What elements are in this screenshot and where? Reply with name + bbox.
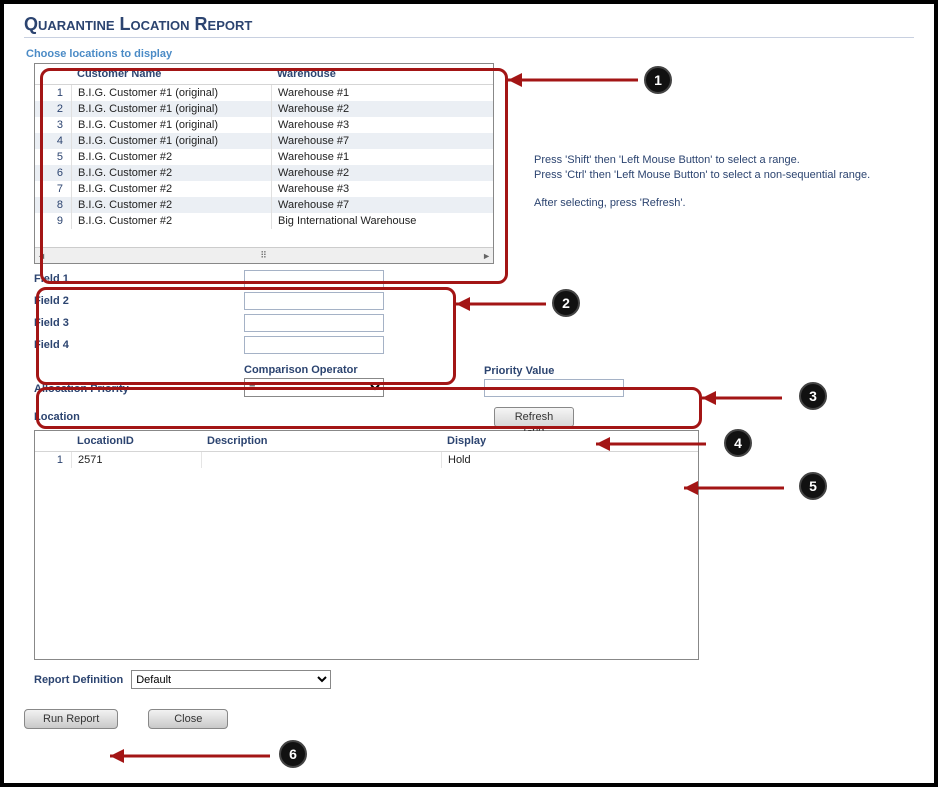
run-report-button[interactable]: Run Report [24,709,118,729]
description-cell [201,452,441,468]
warehouse-cell: Warehouse #1 [271,149,493,165]
comparison-operator-label: Comparison Operator [244,364,484,376]
field3-label: Field 3 [34,317,244,329]
field2-label: Field 2 [34,295,244,307]
row-index: 4 [35,133,71,149]
warehouse-cell: Big International Warehouse [271,213,493,229]
priority-value-label: Priority Value [484,365,684,377]
choose-locations-label: Choose locations to display [26,48,914,60]
warehouse-cell: Warehouse #3 [271,117,493,133]
field1-input[interactable] [244,270,384,288]
locationid-cell: 2571 [71,452,201,468]
customer-name-header[interactable]: Customer Name [71,64,271,84]
table-row[interactable]: 8B.I.G. Customer #2Warehouse #7 [35,197,493,213]
callout-number-4: 4 [724,429,752,457]
callout-number-6: 6 [279,740,307,768]
row-index: 2 [35,101,71,117]
comparison-operator-select[interactable]: = [244,378,384,397]
field4-input[interactable] [244,336,384,354]
warehouse-cell: Warehouse #7 [271,133,493,149]
allocation-priority-label: Allocation Priority [34,383,244,395]
table-row[interactable]: 7B.I.G. Customer #2Warehouse #3 [35,181,493,197]
arrow-5 [684,476,804,500]
customer-cell: B.I.G. Customer #1 (original) [71,85,271,101]
table-row[interactable]: 1B.I.G. Customer #1 (original)Warehouse … [35,85,493,101]
row-index: 3 [35,117,71,133]
priority-value-input[interactable] [484,379,624,397]
row-index: 9 [35,213,71,229]
table-row[interactable]: 6B.I.G. Customer #2Warehouse #2 [35,165,493,181]
table-row[interactable]: 2B.I.G. Customer #1 (original)Warehouse … [35,101,493,117]
table-row[interactable]: 3B.I.G. Customer #1 (original)Warehouse … [35,117,493,133]
loc-row-number-header [35,431,71,451]
row-index: 1 [35,452,71,468]
row-index: 8 [35,197,71,213]
locationid-header[interactable]: LocationID [71,431,201,451]
customer-cell: B.I.G. Customer #1 (original) [71,101,271,117]
row-index: 6 [35,165,71,181]
field4-label: Field 4 [34,339,244,351]
customer-cell: B.I.G. Customer #1 (original) [71,117,271,133]
row-index: 5 [35,149,71,165]
scroll-left-icon[interactable]: ◄ [37,251,46,261]
callout-number-3: 3 [799,382,827,410]
customer-cell: B.I.G. Customer #2 [71,149,271,165]
page-title: Quarantine Location Report [24,14,914,38]
field3-input[interactable] [244,314,384,332]
warehouse-header[interactable]: Warehouse [271,64,493,84]
warehouse-cell: Warehouse #2 [271,101,493,117]
location-label: Location [34,411,494,423]
horizontal-scrollbar[interactable]: ◄ ⠿ ► [35,247,493,263]
field2-input[interactable] [244,292,384,310]
customer-cell: B.I.G. Customer #1 (original) [71,133,271,149]
grid1-body[interactable]: 1B.I.G. Customer #1 (original)Warehouse … [35,85,493,247]
field1-label: Field 1 [34,273,244,285]
table-row[interactable]: 12571 Hold [35,452,698,468]
report-definition-select[interactable]: Default [131,670,331,689]
table-row[interactable]: 4B.I.G. Customer #1 (original)Warehouse … [35,133,493,149]
callout-number-2: 2 [552,289,580,317]
customer-cell: B.I.G. Customer #2 [71,213,271,229]
scroll-grip[interactable]: ⠿ [260,250,268,261]
selection-instructions: Press 'Shift' then 'Left Mouse Button' t… [534,153,870,223]
report-definition-label: Report Definition [34,674,123,686]
refresh-grid-button[interactable]: Refresh Grid [494,407,574,427]
display-cell: Hold [441,452,698,468]
warehouse-cell: Warehouse #7 [271,197,493,213]
row-index: 7 [35,181,71,197]
customer-cell: B.I.G. Customer #2 [71,165,271,181]
description-header[interactable]: Description [201,431,441,451]
table-row[interactable]: 9B.I.G. Customer #2Big International War… [35,213,493,229]
customer-warehouse-grid[interactable]: Customer Name Warehouse 1B.I.G. Customer… [34,63,494,264]
row-number-header [35,64,71,84]
warehouse-cell: Warehouse #1 [271,85,493,101]
close-button[interactable]: Close [148,709,228,729]
warehouse-cell: Warehouse #3 [271,181,493,197]
location-grid[interactable]: LocationID Description Display 12571 Hold [34,430,699,660]
customer-cell: B.I.G. Customer #2 [71,197,271,213]
scroll-right-icon[interactable]: ► [482,251,491,261]
callout-number-1: 1 [644,66,672,94]
arrow-2 [456,292,566,316]
callout-number-5: 5 [799,472,827,500]
arrow-6 [110,744,290,768]
row-index: 1 [35,85,71,101]
warehouse-cell: Warehouse #2 [271,165,493,181]
customer-cell: B.I.G. Customer #2 [71,181,271,197]
table-row[interactable]: 5B.I.G. Customer #2Warehouse #1 [35,149,493,165]
display-header[interactable]: Display [441,431,698,451]
